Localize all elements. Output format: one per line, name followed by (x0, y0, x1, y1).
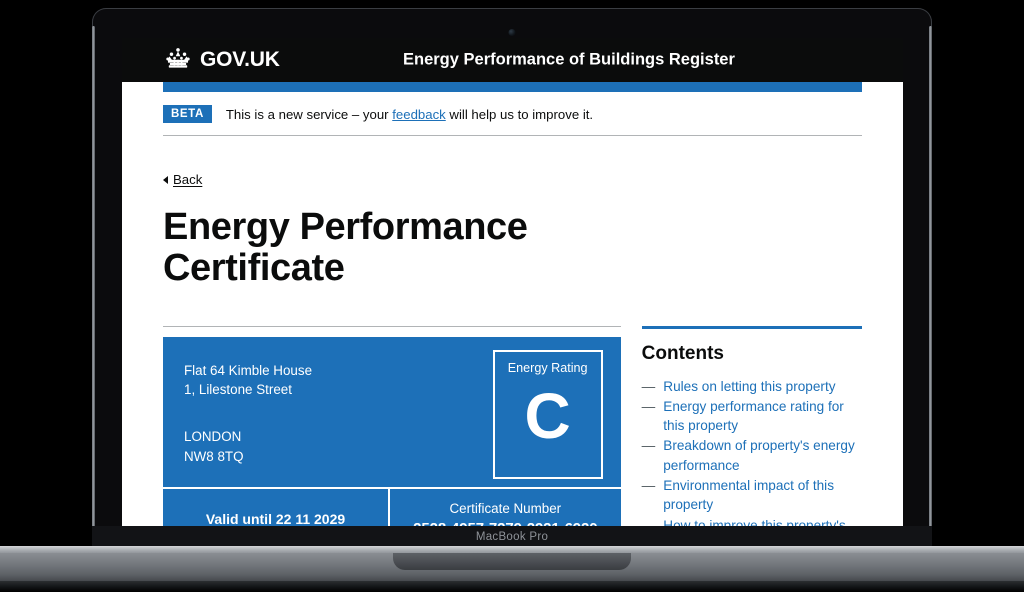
contents-link[interactable]: Energy performance rating for this prope… (663, 397, 862, 436)
govuk-logo[interactable]: GOV.UK (163, 47, 280, 74)
phase-banner-text: This is a new service – your feedback wi… (226, 107, 593, 122)
back-link[interactable]: Back (163, 172, 202, 187)
laptop-base (0, 546, 1024, 592)
contents-list: — Rules on letting this property — Energy … (642, 377, 862, 534)
phase-banner: BETA This is a new service – your feedba… (163, 92, 862, 136)
certificate-number-label: Certificate Number (449, 500, 562, 516)
laptop-base-shadow (0, 581, 1024, 592)
govuk-header: GOV.UK Energy Performance of Buildings R… (122, 38, 903, 82)
epc-summary-card: Flat 64 Kimble House 1, Lilestone Street… (163, 336, 621, 534)
dash-icon: — (641, 478, 656, 494)
macbook-pro-label: MacBook Pro (475, 531, 549, 543)
contents-link[interactable]: Breakdown of property's energy performan… (663, 436, 862, 475)
list-item[interactable]: — Energy performance rating for this prop… (642, 397, 862, 436)
contents-link[interactable]: Rules on letting this property (663, 377, 835, 396)
laptop-bottom-bezel: MacBook Pro (92, 526, 932, 548)
list-item[interactable]: — Breakdown of property's energy performa… (642, 436, 862, 475)
energy-rating-box: Energy Rating C (492, 349, 603, 479)
govuk-blue-strip (163, 82, 862, 92)
list-item[interactable]: — Environmental impact of this property (642, 476, 862, 515)
energy-rating-label: Energy Rating (507, 360, 588, 375)
dash-icon: — (641, 438, 656, 454)
energy-rating-letter: C (524, 379, 571, 452)
chevron-left-icon (163, 175, 168, 184)
contents-link[interactable]: Environmental impact of this property (663, 476, 862, 515)
certificate-column: Flat 64 Kimble House 1, Lilestone Street… (163, 325, 621, 534)
beta-tag: BETA (163, 105, 212, 123)
service-name: Energy Performance of Buildings Register (403, 50, 735, 69)
contents-top-border (641, 325, 862, 329)
feedback-link[interactable]: feedback (392, 107, 446, 122)
section-divider (163, 325, 621, 327)
lid-edge-right (929, 26, 932, 534)
lid-edge-left (92, 26, 95, 534)
epc-card-top: Flat 64 Kimble House 1, Lilestone Street… (163, 337, 621, 487)
laptop-lid: GOV.UK Energy Performance of Buildings R… (92, 8, 932, 548)
laptop-base-body (0, 553, 1024, 583)
content-columns: Flat 64 Kimble House 1, Lilestone Street… (163, 325, 862, 534)
dash-icon: — (641, 378, 656, 394)
phase-text-before: This is a new service – your (225, 106, 393, 122)
gov-uk-crown-icon (163, 47, 193, 74)
laptop-base-notch (393, 553, 631, 570)
govuk-wordmark: GOV.UK (200, 48, 280, 71)
browser-viewport: GOV.UK Energy Performance of Buildings R… (122, 38, 903, 534)
phase-text-after: will help us to improve it. (445, 106, 594, 122)
back-link-label: Back (173, 172, 203, 187)
page-body: Back Energy Performance Certificate Flat… (163, 136, 862, 534)
page-title: Energy Performance Certificate (163, 205, 528, 289)
list-item[interactable]: — Rules on letting this property (642, 377, 862, 396)
screenshot-stage: GOV.UK Energy Performance of Buildings R… (0, 0, 1024, 592)
dash-icon: — (641, 398, 656, 414)
contents-column: Contents — Rules on letting this property… (641, 325, 862, 534)
contents-heading: Contents (641, 342, 724, 364)
webcam-icon (508, 29, 516, 36)
